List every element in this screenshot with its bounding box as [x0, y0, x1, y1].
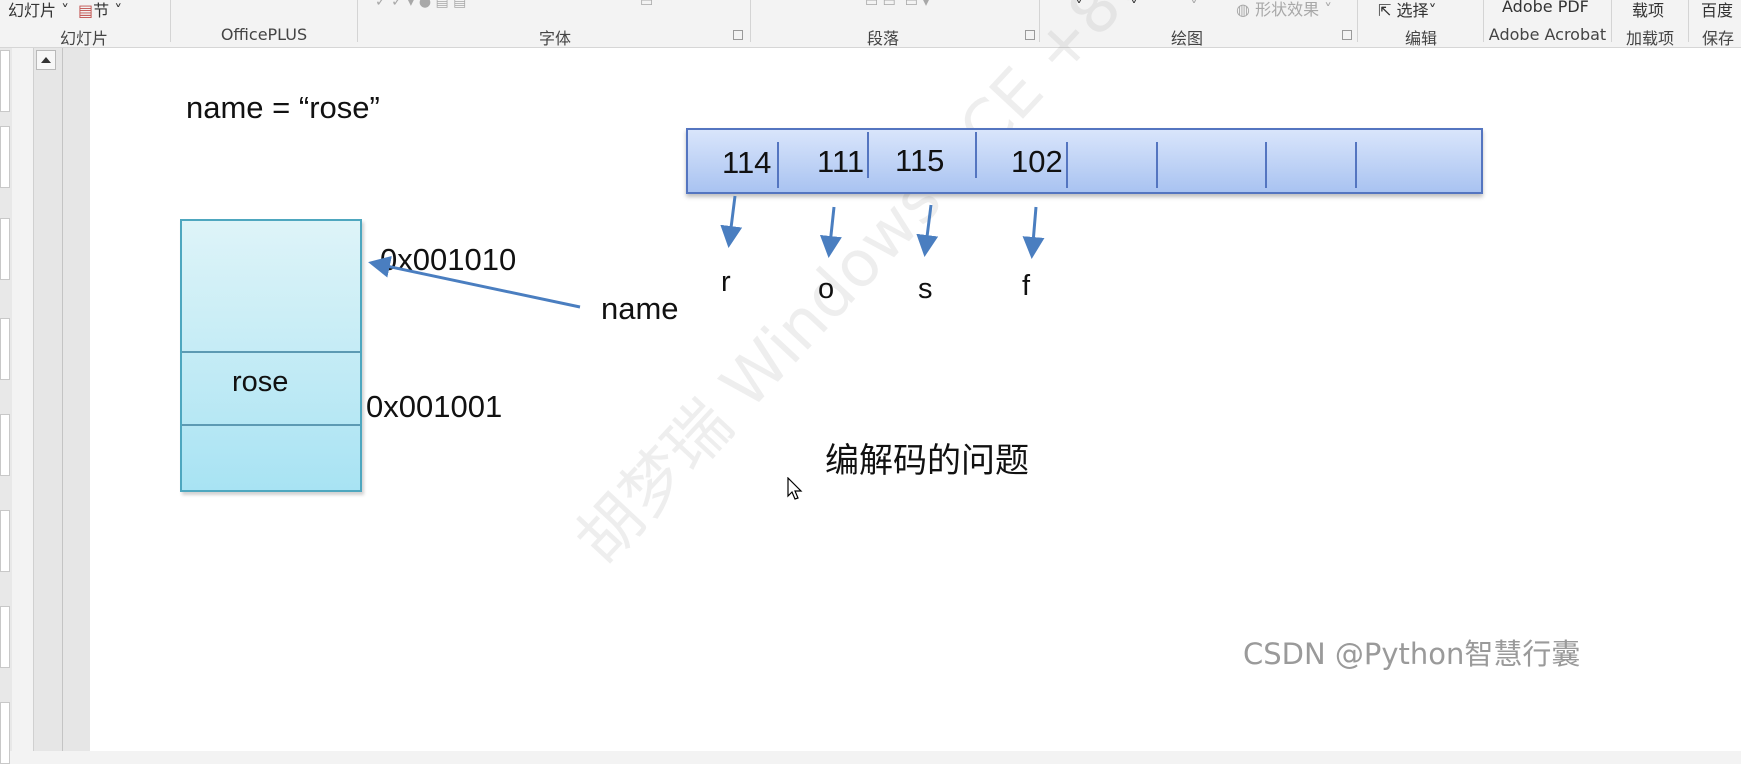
font-dialog-launcher-icon[interactable] [733, 30, 743, 40]
shape-effects-button[interactable]: ◍ 形状效果 ˅ [1236, 0, 1332, 20]
slide-thumbnail[interactable] [0, 318, 10, 380]
decode-arrow [819, 206, 842, 258]
paragraph-icons[interactable]: ▭ ▭ ▭ ▾ [865, 0, 930, 10]
slide-thumbnail[interactable] [0, 510, 10, 572]
slide-thumbnail[interactable] [0, 50, 10, 112]
group-label-paragraph: 段落 [866, 29, 899, 48]
ribbon-separator [1357, 0, 1358, 42]
slide-thumbnail-pane [0, 48, 12, 764]
quick-style-dropdown[interactable]: ˅ [1190, 0, 1198, 16]
decode-arrow [720, 195, 743, 248]
group-label-editing: 编辑 [1404, 29, 1437, 48]
section-menu[interactable]: ▤节 ˅ [78, 0, 122, 21]
ribbon-separator [1688, 0, 1689, 42]
scroll-up-button[interactable] [36, 50, 56, 70]
font-format-icons[interactable]: ✓ ✓ ▾ ● ▤ ▤ [375, 0, 466, 10]
group-label-slides: 幻灯片 [59, 29, 108, 48]
pointer-arrow [368, 255, 581, 309]
group-label-officeplus: OfficePLUS [220, 25, 308, 44]
cursor-icon: ⇱ [1378, 1, 1392, 20]
shape-effects-icon: ◍ [1236, 0, 1250, 19]
clear-format-icon[interactable]: ▭ [640, 0, 653, 10]
group-label-addins: 加载项 [1625, 29, 1674, 48]
ribbon: 幻灯片 ˅ ▤节 ˅ ✓ ✓ ▾ ● ▤ ▤ ▭ ▭ ▭ ▭ ▾ ˅ ˅ ˅ ◍… [0, 0, 1741, 48]
group-label-save: 保存 [1702, 29, 1735, 48]
mouse-cursor-icon [787, 477, 803, 500]
slide-thumbnail[interactable] [0, 606, 10, 668]
slide-thumbnail[interactable] [0, 702, 10, 764]
scroll-track[interactable] [62, 48, 63, 751]
decode-arrow [1022, 206, 1045, 259]
slide-thumbnail[interactable] [0, 218, 10, 280]
adobe-pdf-button[interactable]: Adobe PDF [1502, 0, 1589, 16]
slide-thumbnail[interactable] [0, 126, 10, 188]
ribbon-separator [1483, 0, 1484, 42]
slide-canvas[interactable]: 胡梦瑞 Windows-ACE +8613383844897 name = “r… [90, 0, 1741, 751]
ribbon-separator [750, 0, 751, 42]
ribbon-separator [1611, 0, 1612, 42]
drawing-dialog-launcher-icon[interactable] [1342, 30, 1352, 40]
note-text: 编解码的问题 [825, 441, 1029, 481]
ribbon-separator [357, 0, 358, 42]
decode-arrow [916, 204, 939, 257]
slide-thumbnail[interactable] [0, 414, 10, 476]
attribution-watermark: CSDN @Python智慧行囊 [1243, 637, 1581, 671]
slides-menu[interactable]: 幻灯片 ˅ [8, 0, 69, 21]
section-icon: ▤ [78, 1, 94, 20]
ribbon-separator [170, 0, 171, 42]
thumbnail-scrollbar[interactable] [33, 48, 91, 751]
baidu-button[interactable]: 百度 [1701, 0, 1733, 21]
group-label-acrobat: Adobe Acrobat [1488, 25, 1607, 44]
arrow-up-icon [41, 57, 51, 63]
group-label-font: 字体 [538, 29, 571, 48]
addins-button[interactable]: 载项 [1632, 0, 1664, 21]
select-button[interactable]: ⇱ 选择˅ [1378, 0, 1437, 21]
